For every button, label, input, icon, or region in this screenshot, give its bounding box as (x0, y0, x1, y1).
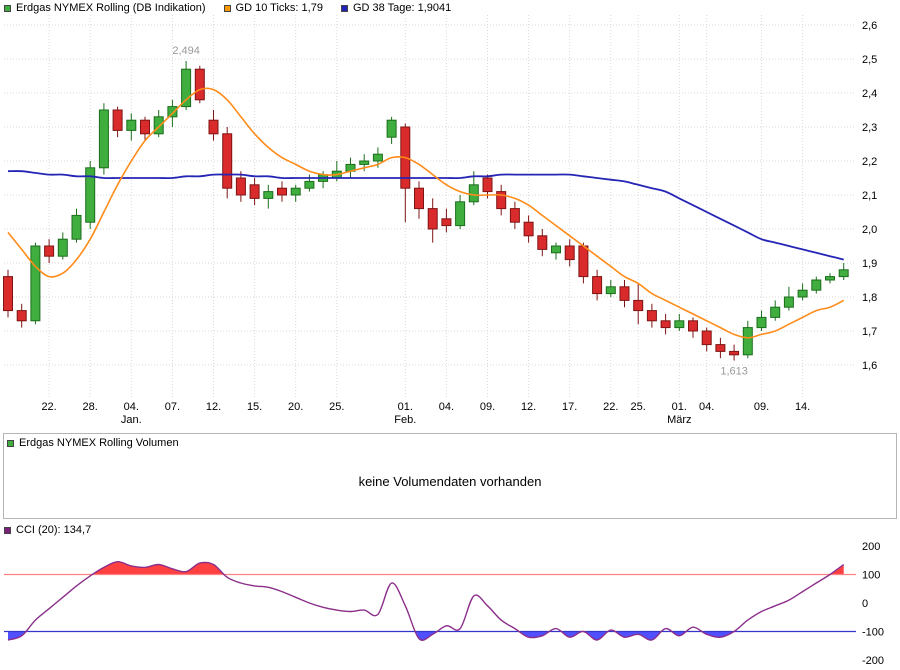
volume-legend: Erdgas NYMEX Rolling Volumen (7, 437, 179, 449)
svg-text:2,2: 2,2 (862, 156, 877, 168)
svg-text:04.: 04. (124, 401, 139, 413)
svg-text:2,5: 2,5 (862, 54, 877, 66)
volume-swatch-icon (7, 440, 14, 447)
svg-text:14.: 14. (795, 401, 810, 413)
svg-text:1,613: 1,613 (720, 366, 748, 378)
svg-text:25.: 25. (329, 401, 344, 413)
price-series-label: Erdgas NYMEX Rolling (DB Indikation) (16, 2, 206, 14)
cci-swatch-icon (4, 527, 11, 534)
svg-text:04.: 04. (699, 401, 714, 413)
svg-text:Jan.: Jan. (121, 414, 142, 426)
volume-panel: Erdgas NYMEX Rolling Volumen keine Volum… (3, 433, 897, 519)
svg-text:20.: 20. (288, 401, 303, 413)
svg-text:01.: 01. (398, 401, 413, 413)
cci-legend: CCI (20): 134,7 (4, 524, 91, 536)
svg-text:-200: -200 (862, 655, 884, 667)
svg-text:1,8: 1,8 (862, 292, 877, 304)
gd38-swatch-icon (341, 5, 348, 12)
svg-text:2,494: 2,494 (172, 45, 200, 57)
svg-text:2,6: 2,6 (862, 20, 877, 32)
svg-text:Feb.: Feb. (394, 414, 416, 426)
legend-item-gd10: GD 10 Ticks: 1,79 (224, 2, 323, 14)
legend-item-price-series: Erdgas NYMEX Rolling (DB Indikation) (4, 2, 206, 14)
svg-text:15.: 15. (247, 401, 262, 413)
svg-text:100: 100 (862, 570, 880, 582)
svg-text:2,3: 2,3 (862, 122, 877, 134)
svg-text:25.: 25. (631, 401, 646, 413)
svg-text:2,4: 2,4 (862, 88, 877, 100)
svg-text:22.: 22. (41, 401, 56, 413)
gd38-label: GD 38 Tage: 1,9041 (353, 2, 451, 14)
candlestick-chart: 2,6 2,5 2,4 2,3 2,2 2,1 2,0 1,9 1,8 1,7 1,6 22. 28. 0… (0, 0, 900, 430)
svg-text:01.: 01. (672, 401, 687, 413)
volume-label: Erdgas NYMEX Rolling Volumen (19, 437, 179, 449)
svg-text:200: 200 (862, 541, 880, 553)
svg-text:-100: -100 (862, 627, 884, 639)
svg-text:1,9: 1,9 (862, 258, 877, 270)
svg-text:2,0: 2,0 (862, 224, 877, 236)
no-volume-data-message: keine Volumendaten vorhanden (4, 474, 896, 489)
legend-item-gd38: GD 38 Tage: 1,9041 (341, 2, 451, 14)
price-series-swatch-icon (4, 5, 11, 12)
svg-text:1,7: 1,7 (862, 326, 877, 338)
main-chart-legend: Erdgas NYMEX Rolling (DB Indikation) GD … (4, 2, 451, 14)
gd10-label: GD 10 Ticks: 1,79 (236, 2, 323, 14)
gd10-swatch-icon (224, 5, 231, 12)
chart-application-window: Erdgas NYMEX Rolling (DB Indikation) GD … (0, 0, 900, 670)
svg-text:März: März (667, 414, 691, 426)
svg-text:2,1: 2,1 (862, 190, 877, 202)
svg-text:04.: 04. (439, 401, 454, 413)
svg-text:12.: 12. (206, 401, 221, 413)
svg-text:17.: 17. (562, 401, 577, 413)
svg-text:07.: 07. (165, 401, 180, 413)
svg-text:09.: 09. (754, 401, 769, 413)
legend-item-volume: Erdgas NYMEX Rolling Volumen (7, 437, 179, 449)
svg-text:28.: 28. (83, 401, 98, 413)
svg-text:22.: 22. (603, 401, 618, 413)
svg-text:09.: 09. (480, 401, 495, 413)
svg-text:1,6: 1,6 (862, 360, 877, 372)
cci-indicator-chart: 200 100 0 -100 -200 (0, 538, 900, 670)
legend-item-cci: CCI (20): 134,7 (4, 524, 91, 536)
cci-label: CCI (20): 134,7 (16, 524, 91, 536)
svg-text:0: 0 (862, 598, 868, 610)
svg-text:12.: 12. (521, 401, 536, 413)
